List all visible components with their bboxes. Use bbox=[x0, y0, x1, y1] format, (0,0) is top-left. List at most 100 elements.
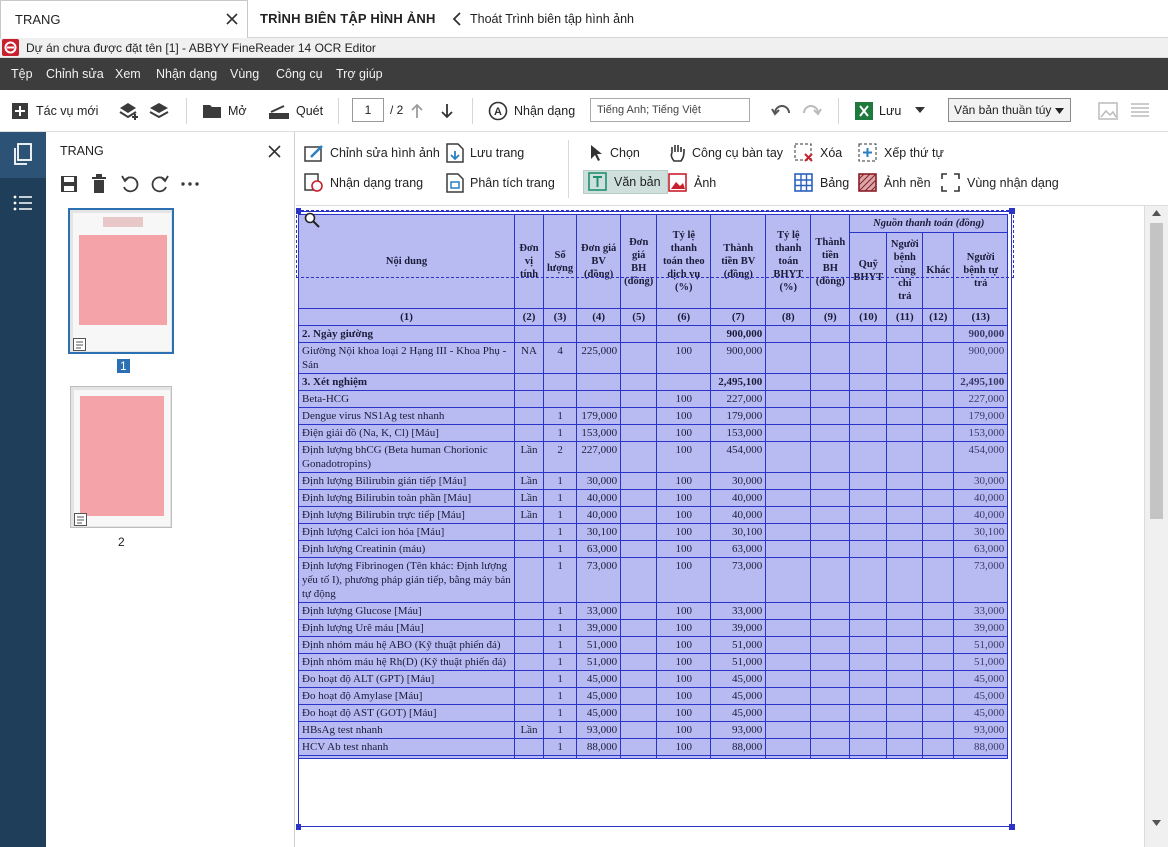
cell-price-bh bbox=[620, 557, 658, 603]
rotate-right-icon[interactable] bbox=[150, 174, 170, 194]
cell-copay bbox=[886, 373, 924, 391]
save-dropdown-icon[interactable] bbox=[915, 107, 925, 113]
excel-icon bbox=[855, 102, 873, 120]
cell-patient-pays: 33,000 bbox=[953, 602, 1009, 620]
save-page-button[interactable]: Lưu trang bbox=[446, 141, 524, 165]
recognize-button[interactable]: A Nhận dạng bbox=[488, 100, 575, 122]
edit-image-button[interactable]: Chỉnh sửa hình ảnh bbox=[304, 141, 440, 165]
output-format-select[interactable]: Văn bản thuần túy bbox=[948, 98, 1071, 122]
cell-bhyt-rate bbox=[765, 506, 812, 524]
page-number-input[interactable]: 1 bbox=[352, 98, 384, 122]
background-area-tool-button[interactable]: Ảnh nền bbox=[858, 171, 931, 195]
scroll-up-icon[interactable] bbox=[1152, 210, 1161, 216]
recognition-area-tool-button[interactable]: Vùng nhận dạng bbox=[941, 171, 1059, 195]
main-toolbar: Tác vụ mới Mở Quét 1 / 2 A Nhận dạng Tiế… bbox=[0, 90, 1168, 219]
cell-patient-pays: 40,000 bbox=[953, 489, 1009, 507]
scroll-down-icon[interactable] bbox=[1152, 820, 1161, 826]
menu-view[interactable]: Xem bbox=[115, 67, 141, 81]
cell-price-bh bbox=[620, 704, 658, 722]
close-panel-icon[interactable] bbox=[268, 145, 281, 158]
vertical-scrollbar[interactable] bbox=[1144, 206, 1168, 847]
hand-tool-button[interactable]: Công cụ bàn tay bbox=[668, 141, 783, 165]
cell-price-bv bbox=[576, 390, 622, 408]
save-page-icon bbox=[446, 143, 464, 163]
reorder-areas-button[interactable]: Xếp thứ tự bbox=[858, 141, 944, 165]
exit-image-editor-label: Thoát Trình biên tập hình ảnh bbox=[470, 12, 635, 26]
more-options-icon[interactable] bbox=[181, 182, 199, 186]
cell-bhyt-fund bbox=[849, 687, 888, 705]
menu-recognize[interactable]: Nhận dạng bbox=[156, 67, 217, 81]
cell-price-bv: 63,000 bbox=[576, 540, 622, 558]
cell-other bbox=[922, 523, 955, 541]
arrow-down-icon[interactable] bbox=[440, 103, 454, 119]
cell-patient-pays: 227,000 bbox=[953, 390, 1009, 408]
picture-icon[interactable] bbox=[1098, 102, 1118, 120]
page-thumbnail-2[interactable] bbox=[70, 386, 172, 528]
tab-pages[interactable]: TRANG bbox=[0, 0, 248, 38]
table-row: Định lượng bhCG (Beta human Chorionic Go… bbox=[298, 441, 1009, 473]
cell-content: Định nhóm máu hệ Rh(D) (Kỹ thuật phiến đ… bbox=[298, 653, 515, 671]
save-button[interactable]: Lưu bbox=[855, 100, 901, 122]
toolbar-separator bbox=[472, 98, 473, 124]
recognized-table-area[interactable]: Nội dung Đơn vị tính Số lượng Đơn giá BV… bbox=[298, 214, 1009, 759]
cell-price-bv: 179,000 bbox=[576, 407, 622, 425]
layers-icon[interactable] bbox=[148, 100, 170, 122]
resize-handle[interactable] bbox=[1009, 824, 1015, 830]
select-tool-button[interactable]: Chọn bbox=[588, 141, 640, 165]
cursor-icon bbox=[588, 144, 604, 162]
text-area-tool-button[interactable]: Văn bản bbox=[583, 170, 668, 194]
scan-button[interactable]: Quét bbox=[268, 100, 323, 122]
menu-tools[interactable]: Công cụ bbox=[276, 67, 323, 81]
cell-other bbox=[922, 602, 955, 620]
section-row: 3. Xét nghiệm 2,495,100 2,495,100 bbox=[298, 373, 1009, 391]
exit-image-editor-button[interactable]: Thoát Trình biên tập hình ảnh bbox=[452, 9, 634, 29]
list-icon[interactable] bbox=[13, 194, 33, 212]
resize-handle[interactable] bbox=[1009, 208, 1015, 214]
cell-amount-bv: 51,000 bbox=[710, 653, 767, 671]
menu-help[interactable]: Trợ giúp bbox=[336, 67, 383, 81]
cell-amount-bv: 63,000 bbox=[710, 540, 767, 558]
cell-amount-bh bbox=[810, 424, 851, 442]
document-image-area[interactable]: Nội dung Đơn vị tính Số lượng Đơn giá BV… bbox=[296, 206, 1144, 847]
add-layers-icon[interactable] bbox=[118, 100, 140, 122]
delete-area-button[interactable]: Xóa bbox=[794, 141, 842, 165]
column-index-cell: (5) bbox=[620, 308, 658, 326]
page-thumbnail-1[interactable] bbox=[68, 208, 174, 354]
cell-patient-pays: 30,100 bbox=[953, 523, 1009, 541]
cell-copay bbox=[886, 390, 924, 408]
cell-price-bh bbox=[620, 506, 658, 524]
menu-edit[interactable]: Chỉnh sửa bbox=[46, 67, 104, 81]
cell-price-bh bbox=[620, 489, 658, 507]
new-task-button[interactable]: Tác vụ mới bbox=[10, 100, 98, 122]
cell-price-bh bbox=[620, 523, 658, 541]
picture-area-tool-button[interactable]: Ảnh bbox=[668, 171, 716, 195]
text-lines-icon[interactable] bbox=[1130, 102, 1150, 120]
pages-panel-title: TRANG bbox=[60, 144, 104, 158]
cell-copay bbox=[886, 636, 924, 654]
analyze-page-button[interactable]: Phân tích trang bbox=[446, 171, 555, 195]
cell-price-bv: 45,000 bbox=[576, 670, 622, 688]
recognize-page-button[interactable]: Nhận dạng trang bbox=[304, 171, 423, 195]
open-button[interactable]: Mở bbox=[202, 100, 247, 122]
cell-bhyt-rate bbox=[765, 424, 812, 442]
table-area-tool-button[interactable]: Bảng bbox=[794, 171, 849, 195]
trash-icon[interactable] bbox=[91, 174, 107, 193]
menu-file[interactable]: Tệp bbox=[11, 67, 33, 81]
cell-bhyt-rate bbox=[765, 342, 812, 374]
cell-payment-rate: 100 bbox=[656, 687, 712, 705]
close-icon[interactable] bbox=[225, 12, 239, 26]
nav-pages-button[interactable] bbox=[0, 132, 46, 178]
cell-content: Đo hoạt độ ALT (GPT) [Máu] bbox=[298, 670, 515, 688]
rotate-left-icon[interactable] bbox=[120, 174, 140, 194]
arrow-up-icon[interactable] bbox=[410, 103, 424, 119]
redo-icon[interactable] bbox=[800, 102, 822, 120]
scrollbar-thumb[interactable] bbox=[1150, 223, 1163, 519]
cell-amount-bh bbox=[810, 755, 851, 759]
save-icon[interactable] bbox=[60, 175, 78, 193]
language-select[interactable]: Tiếng Anh; Tiếng Việt bbox=[590, 98, 750, 122]
resize-handle[interactable] bbox=[296, 824, 301, 830]
cell-content: Định lượng Bilirubin trực tiếp [Máu] bbox=[298, 506, 515, 524]
menu-areas[interactable]: Vùng bbox=[230, 67, 259, 81]
undo-icon[interactable] bbox=[771, 102, 793, 120]
cell-quantity bbox=[542, 755, 578, 759]
